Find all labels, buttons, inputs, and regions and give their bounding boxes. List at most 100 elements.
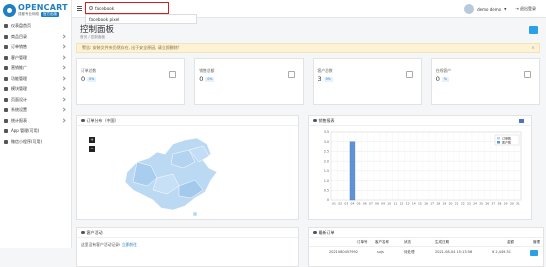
stat-card[interactable]: 销售总额00% bbox=[194, 58, 303, 105]
search-icon bbox=[89, 6, 93, 10]
order-customer: sujs bbox=[377, 250, 384, 254]
col-customer[interactable]: 客户名称 bbox=[375, 240, 389, 245]
sidebar-item-label: App 管理(可用) bbox=[11, 128, 39, 134]
sales-chart-panel: 销售报表 00.51.01.52.02.53.03.50102030405060… bbox=[308, 115, 532, 220]
stat-card[interactable]: 订单总数00% bbox=[76, 58, 185, 105]
menu-item-icon bbox=[4, 87, 8, 91]
view-order-button[interactable] bbox=[530, 250, 538, 256]
brand-name: OPENCART bbox=[18, 4, 68, 12]
china-map[interactable] bbox=[107, 134, 237, 219]
sidebar-item-label: 订单销售 bbox=[11, 44, 27, 50]
x-tick-label: 27 bbox=[492, 202, 496, 206]
col-amount[interactable]: 金额 bbox=[507, 240, 514, 245]
chevron-right-icon bbox=[61, 55, 65, 59]
sidebar-item[interactable]: 模块管理 bbox=[0, 84, 71, 95]
y-tick-label: 1.5 bbox=[324, 169, 329, 173]
zoom-out-button[interactable]: − bbox=[89, 146, 95, 152]
x-tick-label: 24 bbox=[473, 202, 477, 206]
activity-empty-text: 这里没有客户活动记录! bbox=[81, 242, 121, 247]
x-tick-label: 17 bbox=[430, 202, 434, 206]
stat-percent-badge: % bbox=[442, 77, 449, 82]
orders-panel: 最新订单 订单号 客户名称 状态 生成日期 金额 管理 202108045799… bbox=[308, 227, 544, 267]
sidebar-item[interactable]: 功能管理 bbox=[0, 74, 71, 85]
x-tick-label: 28 bbox=[498, 202, 502, 206]
stat-value: 0 bbox=[81, 75, 85, 83]
stat-label: 销售总额 bbox=[199, 68, 214, 74]
x-tick-label: 07 bbox=[369, 202, 373, 206]
sidebar-item[interactable]: 统计报表 bbox=[0, 116, 71, 127]
sidebar: OPENCART 成都专业网络 官方出版 仪表盘首页商品目录订单销售客户管理营销… bbox=[0, 0, 72, 248]
activity-link[interactable]: 立即前往 bbox=[122, 242, 137, 247]
x-tick-label: 09 bbox=[381, 202, 385, 206]
stat-card[interactable]: 客户总数30% bbox=[313, 58, 422, 105]
sidebar-item-label: 营销推广 bbox=[11, 65, 27, 71]
chevron-right-icon bbox=[61, 97, 65, 101]
search-suggestion[interactable]: facebook pixel bbox=[85, 14, 197, 24]
stat-percent-badge: 0% bbox=[324, 77, 333, 82]
x-tick-label: 04 bbox=[351, 202, 355, 206]
monitor-icon bbox=[524, 71, 531, 78]
y-tick-label: 3.5 bbox=[324, 130, 329, 134]
y-tick-label: 2.5 bbox=[324, 150, 329, 154]
col-date[interactable]: 生成日期 bbox=[435, 240, 449, 245]
user-icon bbox=[406, 71, 413, 78]
col-order-no[interactable]: 订单号 bbox=[357, 240, 368, 245]
username[interactable]: demo demo bbox=[477, 7, 501, 12]
stat-card[interactable]: 在线客户0% bbox=[431, 58, 540, 105]
box-icon bbox=[288, 71, 295, 78]
logo-icon bbox=[3, 4, 16, 17]
stat-percent-badge: 0% bbox=[205, 77, 214, 82]
x-tick-label: 10 bbox=[387, 202, 391, 206]
sidebar-item[interactable]: 仪表盘首页 bbox=[0, 21, 71, 32]
plot-area bbox=[331, 132, 521, 200]
col-status[interactable]: 状态 bbox=[404, 240, 411, 245]
search-input[interactable]: facebook bbox=[85, 2, 169, 14]
sidebar-item[interactable]: App 管理(可用) bbox=[0, 126, 71, 137]
menu-item-icon bbox=[4, 129, 8, 133]
menu-item-icon bbox=[4, 140, 8, 144]
sidebar-item-label: 模块管理 bbox=[11, 86, 27, 92]
page-title: 控制面板 bbox=[80, 23, 114, 35]
settings-button[interactable] bbox=[529, 26, 538, 34]
chevron-down-icon[interactable]: ▼ bbox=[504, 7, 506, 11]
x-tick-label: 20 bbox=[449, 202, 453, 206]
brand-logo[interactable]: OPENCART 成都专业网络 官方出版 bbox=[0, 0, 71, 20]
breadcrumb[interactable]: 首页 / 控制面板 bbox=[80, 35, 105, 40]
activity-panel: 客户活动 这里没有客户活动记录! 立即前往 bbox=[76, 227, 299, 267]
menu-toggle-icon[interactable] bbox=[77, 6, 82, 11]
sidebar-item[interactable]: 页面设计 bbox=[0, 95, 71, 106]
stats-row: 订单总数00%销售总额00%客户总数30%在线客户0% bbox=[76, 58, 540, 105]
calendar-icon bbox=[81, 231, 85, 235]
sidebar-item[interactable]: 营销推广 bbox=[0, 63, 71, 74]
order-amount: ¥ 2,449.51 bbox=[492, 250, 511, 254]
stat-percent-badge: 0% bbox=[87, 77, 96, 82]
brand-subtitle: 成都专业网络 bbox=[18, 12, 39, 17]
sidebar-item[interactable]: 订单销售 bbox=[0, 42, 71, 53]
topbar: facebook facebook pixel demo demo ▼ ⇥ 退出… bbox=[72, 0, 546, 18]
logout-link[interactable]: ⇥ 退出登录 bbox=[515, 6, 536, 12]
sidebar-nav: 仪表盘首页商品目录订单销售客户管理营销推广功能管理模块管理页面设计系统设置统计报… bbox=[0, 21, 71, 147]
orders-panel-title: 最新订单 bbox=[319, 230, 335, 236]
globe-icon bbox=[81, 119, 85, 123]
menu-item-icon bbox=[4, 119, 8, 123]
y-tick-label: 1.0 bbox=[324, 179, 329, 183]
x-tick-label: 19 bbox=[442, 202, 446, 206]
sidebar-item[interactable]: 客户管理 bbox=[0, 53, 71, 64]
x-tick-label: 12 bbox=[400, 202, 404, 206]
avatar[interactable] bbox=[464, 4, 474, 14]
sidebar-item[interactable]: 微信小程序(可用) bbox=[0, 137, 71, 148]
sidebar-item[interactable]: 系统设置 bbox=[0, 105, 71, 116]
menu-item-icon bbox=[4, 45, 8, 49]
close-icon[interactable]: × bbox=[531, 46, 535, 51]
x-tick-label: 25 bbox=[479, 202, 483, 206]
chevron-right-icon bbox=[61, 76, 65, 80]
stat-label: 客户总数 bbox=[318, 68, 333, 74]
calendar-icon[interactable] bbox=[519, 119, 524, 123]
x-tick-label: 15 bbox=[418, 202, 422, 206]
zoom-in-button[interactable]: + bbox=[89, 137, 95, 143]
chevron-right-icon bbox=[61, 107, 65, 111]
chevron-right-icon bbox=[61, 65, 65, 69]
x-tick-label: 02 bbox=[338, 202, 342, 206]
sidebar-item[interactable]: 商品目录 bbox=[0, 32, 71, 43]
sidebar-item-label: 系统设置 bbox=[11, 107, 27, 113]
